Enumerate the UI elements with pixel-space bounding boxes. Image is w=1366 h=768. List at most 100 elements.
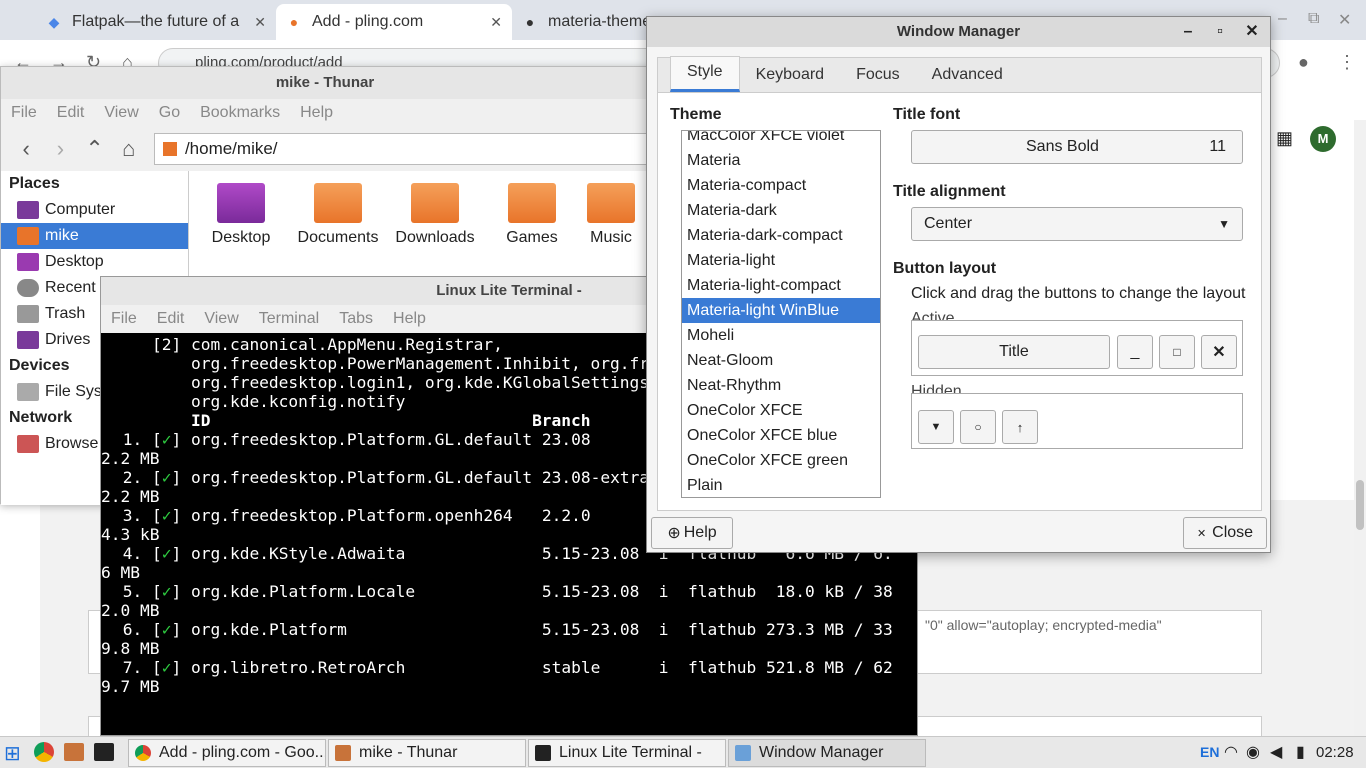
- menu-terminal[interactable]: Terminal: [249, 310, 329, 328]
- avatar[interactable]: M: [1310, 126, 1336, 152]
- profile-icon[interactable]: ●: [1298, 52, 1309, 73]
- shade-layout-button[interactable]: ↑: [1002, 410, 1038, 444]
- home-icon[interactable]: ⌂: [112, 136, 146, 162]
- menu-edit[interactable]: Edit: [47, 104, 95, 122]
- menu-icon[interactable]: ⋮: [1338, 52, 1356, 73]
- menu-edit[interactable]: Edit: [147, 310, 195, 328]
- theme-item[interactable]: OneColor XFCE: [682, 398, 880, 423]
- file-manager-launcher-icon[interactable]: [64, 743, 84, 761]
- up-icon[interactable]: ⌃: [77, 136, 111, 162]
- theme-item[interactable]: Materia-light: [682, 248, 880, 273]
- theme-item[interactable]: Neat-Rhythm: [682, 373, 880, 398]
- menu-view[interactable]: View: [194, 310, 248, 328]
- close-icon[interactable]: ✕: [1236, 17, 1268, 47]
- task-terminal[interactable]: Linux Lite Terminal -: [528, 739, 726, 767]
- close-button[interactable]: ✕ Close: [1183, 517, 1267, 549]
- theme-list[interactable]: MacColor XFCE violet Materia Materia-com…: [681, 130, 881, 498]
- browser-tab-pling[interactable]: ● Add - pling.com ✕: [276, 4, 512, 40]
- file-label: Desktop: [211, 229, 271, 246]
- file-item-games[interactable]: Games: [484, 183, 580, 247]
- file-item-documents[interactable]: Documents: [290, 183, 386, 247]
- sidebar-item-desktop[interactable]: Desktop: [1, 249, 188, 275]
- clock[interactable]: 02:28: [1316, 744, 1354, 761]
- task-thunar[interactable]: mike - Thunar: [328, 739, 526, 767]
- menu-help[interactable]: Help: [290, 104, 343, 122]
- menu-help[interactable]: Help: [383, 310, 436, 328]
- theme-item[interactable]: OneColor XFCE green: [682, 448, 880, 473]
- browser-tab-flatpak[interactable]: ◆ Flatpak—the future of a ✕: [36, 4, 276, 40]
- theme-item[interactable]: MacColor XFCE violet: [682, 131, 880, 148]
- theme-item[interactable]: Neat-Gloom: [682, 348, 880, 373]
- documents-folder-icon: [314, 183, 362, 223]
- chrome-launcher-icon[interactable]: [34, 742, 54, 762]
- maximize-layout-button[interactable]: □: [1159, 335, 1195, 369]
- close-layout-button[interactable]: ✕: [1201, 335, 1237, 369]
- theme-item[interactable]: Plain: [682, 473, 880, 497]
- task-window-manager[interactable]: Window Manager: [728, 739, 926, 767]
- location-bar[interactable]: /home/mike/: [153, 133, 649, 165]
- volume-icon[interactable]: ◀: [1270, 742, 1282, 762]
- menu-file[interactable]: File: [101, 310, 147, 328]
- title-alignment-select[interactable]: Center ▼: [911, 207, 1243, 241]
- menu-tabs[interactable]: Tabs: [329, 310, 383, 328]
- desktop-icon: [17, 253, 39, 271]
- power-icon[interactable]: ▮: [1296, 742, 1305, 762]
- updates-icon[interactable]: ◉: [1246, 742, 1260, 762]
- menu-bookmarks[interactable]: Bookmarks: [190, 104, 290, 122]
- terminal-launcher-icon[interactable]: [94, 743, 114, 761]
- theme-item[interactable]: OneColor XFCE blue: [682, 423, 880, 448]
- maximize-icon[interactable]: ▫: [1204, 17, 1236, 47]
- window-titlebar: Window Manager – ▫ ✕: [647, 17, 1270, 47]
- thunar-toolbar: ‹ › ⌃ ⌂ /home/mike/: [1, 127, 649, 171]
- keyboard-layout[interactable]: EN: [1200, 744, 1219, 760]
- close-icon[interactable]: ✕: [1338, 10, 1351, 30]
- folder-icon: [335, 745, 351, 761]
- theme-item[interactable]: Materia-compact: [682, 173, 880, 198]
- file-item-downloads[interactable]: Downloads: [387, 183, 483, 247]
- help-label: Help: [683, 524, 717, 541]
- theme-item-selected[interactable]: Materia-light WinBlue: [682, 298, 880, 323]
- minimize-icon[interactable]: –: [1172, 17, 1204, 47]
- terminal-wrap: 9.8 MB: [101, 639, 160, 658]
- close-icon[interactable]: ✕: [254, 14, 266, 31]
- file-item-music[interactable]: Music: [581, 183, 641, 247]
- page-scrollbar[interactable]: [1354, 120, 1366, 736]
- music-folder-icon: [587, 183, 635, 223]
- help-button[interactable]: ⊕ Help: [651, 517, 733, 549]
- theme-item[interactable]: Materia-dark-compact: [682, 223, 880, 248]
- chrome-icon: [135, 745, 151, 761]
- sidebar-label: Trash: [45, 305, 86, 322]
- browser-tab-github[interactable]: ● materia-theme: [512, 4, 652, 40]
- stick-layout-button[interactable]: ○: [960, 410, 996, 444]
- minimize-layout-button[interactable]: _: [1117, 335, 1153, 369]
- sidebar-item-computer[interactable]: Computer: [1, 197, 188, 223]
- restore-icon[interactable]: ⧉: [1308, 10, 1319, 28]
- task-label: Linux Lite Terminal -: [559, 744, 702, 761]
- theme-item[interactable]: Materia: [682, 148, 880, 173]
- wifi-icon[interactable]: ◠: [1224, 742, 1238, 762]
- title-font-button[interactable]: Sans Bold 11: [911, 130, 1243, 164]
- menu-go[interactable]: Go: [149, 104, 190, 122]
- theme-item[interactable]: Moheli: [682, 323, 880, 348]
- tab-advanced[interactable]: Advanced: [916, 66, 1019, 92]
- menu-layout-button[interactable]: ▼: [918, 410, 954, 444]
- forward-icon[interactable]: ›: [43, 136, 77, 162]
- file-item-desktop[interactable]: Desktop: [193, 183, 289, 247]
- flatpak-icon: ◆: [48, 13, 60, 30]
- apps-grid-icon[interactable]: ▦: [1276, 128, 1293, 149]
- sidebar-item-mike[interactable]: mike: [1, 223, 188, 249]
- menu-view[interactable]: View: [94, 104, 148, 122]
- title-drag-button[interactable]: Title: [918, 335, 1110, 369]
- theme-item[interactable]: Materia-dark: [682, 198, 880, 223]
- close-icon[interactable]: ✕: [490, 14, 502, 31]
- menu-file[interactable]: File: [1, 104, 47, 122]
- windows-start-icon[interactable]: ⊞: [4, 741, 21, 766]
- minimize-icon[interactable]: –: [1278, 10, 1287, 28]
- theme-item[interactable]: Materia-light-compact: [682, 273, 880, 298]
- tab-style[interactable]: Style: [670, 56, 740, 92]
- back-icon[interactable]: ‹: [9, 136, 43, 162]
- tab-keyboard[interactable]: Keyboard: [740, 66, 841, 92]
- window-title: Window Manager: [896, 23, 1021, 40]
- task-chrome[interactable]: Add - pling.com - Goo...: [128, 739, 326, 767]
- tab-focus[interactable]: Focus: [840, 66, 916, 92]
